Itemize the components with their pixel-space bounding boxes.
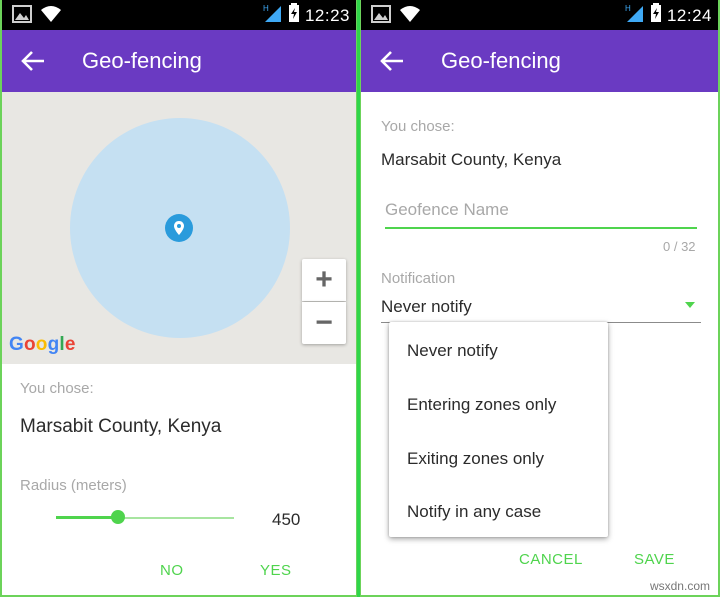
map-view[interactable]: + − Google (2, 92, 356, 364)
google-logo-letter: e (64, 334, 76, 355)
radius-label: Radius (meters) (20, 477, 127, 494)
screen-right: H 12:24 Geo-fencing You chose: Marsabit … (360, 0, 720, 597)
notification-label: Notification (381, 270, 456, 287)
svg-text:H: H (625, 4, 631, 13)
no-button[interactable]: NO (160, 562, 184, 579)
battery-icon (288, 3, 300, 28)
notification-dropdown-menu: Never notify Entering zones only Exiting… (389, 322, 608, 537)
geofence-name-underline (385, 227, 697, 229)
menu-item-exiting-zones-only[interactable]: Exiting zones only (407, 449, 597, 469)
geofence-name-input[interactable]: Geofence Name (385, 200, 509, 220)
radius-slider-thumb[interactable] (111, 510, 125, 524)
status-time: 12:24 (666, 5, 712, 25)
menu-item-entering-zones-only[interactable]: Entering zones only (407, 395, 597, 415)
wifi-icon (399, 5, 421, 28)
google-logo-letter: o (23, 334, 36, 355)
location-pin-icon[interactable] (165, 214, 193, 242)
char-counter: 0 / 32 (663, 239, 696, 254)
google-logo-letter: G (9, 334, 24, 355)
yes-button[interactable]: YES (260, 562, 292, 579)
you-chose-label: You chose: (381, 118, 455, 135)
back-arrow-icon[interactable] (379, 49, 405, 73)
status-time: 12:23 (304, 5, 350, 25)
google-logo: Google (9, 334, 76, 356)
location-value: Marsabit County, Kenya (381, 150, 562, 169)
watermark: wsxdn.com (649, 579, 710, 593)
app-bar: Geo-fencing (2, 30, 356, 92)
signal-icon: H (263, 3, 283, 28)
google-logo-letter: o (35, 334, 48, 355)
zoom-out-button[interactable]: − (302, 302, 346, 344)
image-notification-icon (12, 5, 32, 28)
save-button[interactable]: SAVE (634, 551, 675, 568)
cancel-button[interactable]: CANCEL (519, 551, 583, 568)
notification-select[interactable]: Never notify (381, 297, 472, 317)
status-bar: H 12:24 (361, 0, 718, 30)
signal-icon: H (625, 3, 645, 28)
page-title: Geo-fencing (441, 48, 561, 73)
radius-value: 450 (272, 510, 301, 529)
wifi-icon (40, 5, 62, 28)
dropdown-arrow-icon[interactable] (685, 302, 695, 308)
menu-item-notify-in-any-case[interactable]: Notify in any case (407, 502, 597, 522)
page-title: Geo-fencing (82, 48, 202, 73)
image-notification-icon (371, 5, 391, 28)
menu-item-never-notify[interactable]: Never notify (407, 341, 597, 361)
back-arrow-icon[interactable] (20, 49, 46, 73)
you-chose-label: You chose: (20, 380, 94, 397)
radius-slider-fill (56, 516, 118, 519)
svg-text:H: H (263, 4, 269, 13)
battery-icon (650, 3, 662, 28)
location-value: Marsabit County, Kenya (20, 416, 222, 437)
zoom-in-button[interactable]: + (302, 259, 346, 301)
status-bar: H 12:23 (2, 0, 356, 30)
app-bar: Geo-fencing (361, 30, 718, 92)
screen-left: H 12:23 Geo-fencing + − Google You chose… (0, 0, 358, 597)
google-logo-letter: g (47, 334, 60, 355)
